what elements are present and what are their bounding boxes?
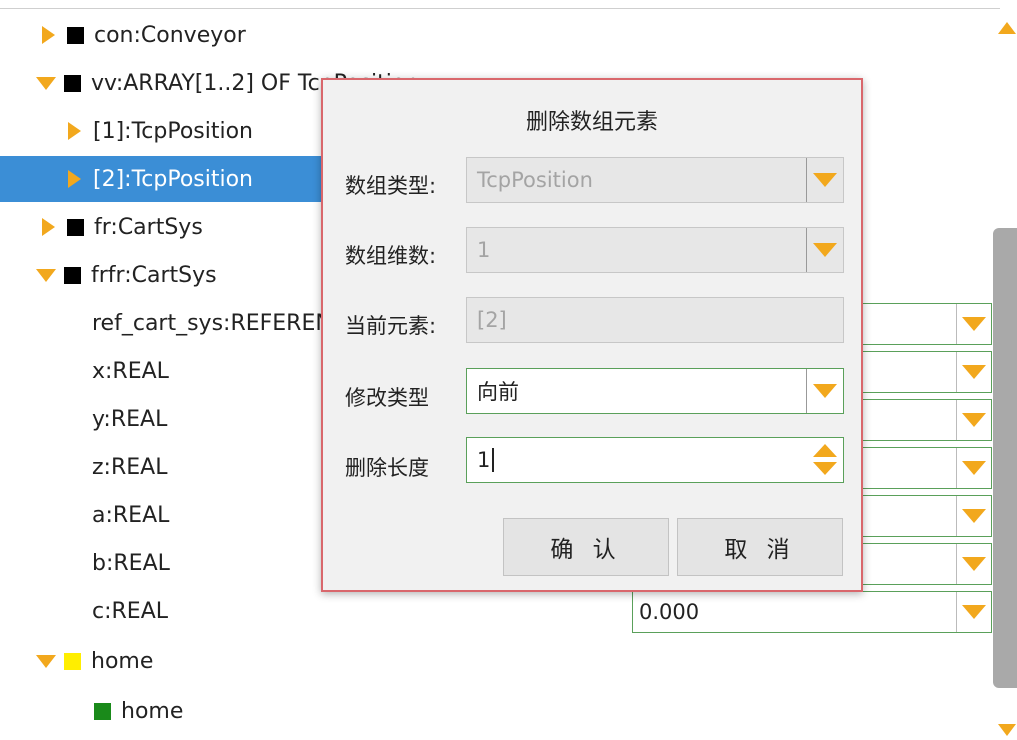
expand-arrow-icon[interactable]	[42, 218, 55, 236]
confirm-button[interactable]: 确 认	[503, 518, 669, 576]
tree-row-label: home	[121, 698, 184, 724]
dropdown-button[interactable]	[956, 448, 991, 488]
delete-length-spinbox[interactable]: 1	[466, 437, 844, 483]
top-divider	[0, 8, 1000, 9]
value-text: 0.000	[639, 600, 700, 624]
dropdown-button[interactable]	[956, 496, 991, 536]
dropdown-button	[806, 228, 843, 272]
tree-row-label: y:REAL	[92, 406, 168, 432]
black-square-icon	[64, 266, 81, 284]
cancel-button[interactable]: 取 消	[677, 518, 843, 576]
yellow-square-icon	[64, 652, 81, 670]
chevron-down-icon	[962, 413, 986, 427]
scrollbar-thumb[interactable]	[993, 228, 1017, 688]
text-cursor	[492, 448, 495, 472]
tree-row-con[interactable]: con:Conveyor	[0, 12, 1000, 58]
chevron-down-icon	[962, 605, 986, 619]
black-square-icon	[67, 26, 84, 44]
dropdown-button[interactable]	[956, 352, 991, 392]
current-element-value: [2]	[477, 308, 507, 332]
current-element-field: [2]	[466, 297, 844, 343]
dropdown-button[interactable]	[956, 400, 991, 440]
modify-type-value: 向前	[477, 380, 519, 404]
tree-row-vv-2[interactable]: [2]:TcpPosition	[0, 156, 322, 202]
chevron-down-icon	[962, 317, 986, 331]
array-type-select: TcpPosition	[466, 157, 844, 203]
scroll-up-icon[interactable]	[998, 22, 1016, 34]
value-field-c[interactable]: 0.000	[632, 591, 992, 633]
spin-up-icon[interactable]	[813, 444, 837, 457]
expand-arrow-icon[interactable]	[68, 170, 81, 188]
black-square-icon	[67, 218, 84, 236]
tree-row-home-child[interactable]: home	[0, 688, 1000, 734]
collapse-arrow-icon[interactable]	[36, 654, 56, 668]
modify-type-select[interactable]: 向前	[466, 368, 844, 414]
tree-row-label: con:Conveyor	[94, 22, 246, 48]
dropdown-button[interactable]	[806, 369, 843, 413]
array-dim-label: 数组维数:	[345, 244, 437, 268]
dropdown-button[interactable]	[956, 304, 991, 344]
array-type-value: TcpPosition	[477, 168, 593, 192]
black-square-icon	[64, 74, 81, 92]
current-element-label: 当前元素:	[345, 314, 437, 338]
array-type-label: 数组类型:	[345, 174, 437, 198]
spinner-buttons[interactable]	[811, 442, 839, 478]
delete-array-element-dialog: 删除数组元素 数组类型: TcpPosition 数组维数: 1 当前元素: […	[321, 78, 863, 592]
tree-row-label: frfr:CartSys	[91, 262, 217, 288]
dialog-title: 删除数组元素	[525, 110, 658, 135]
collapse-arrow-icon[interactable]	[36, 268, 56, 282]
tree-row-label: fr:CartSys	[94, 214, 203, 240]
tree-row-label: c:REAL	[92, 598, 169, 624]
green-square-icon	[94, 702, 111, 720]
tree-row-label: [1]:TcpPosition	[93, 118, 253, 144]
array-dim-value: 1	[477, 238, 491, 262]
array-dim-select: 1	[466, 227, 844, 273]
chevron-down-icon	[962, 509, 986, 523]
modify-type-label: 修改类型	[345, 386, 429, 410]
delete-length-value: 1	[477, 448, 491, 472]
chevron-down-icon	[962, 557, 986, 571]
chevron-down-icon	[962, 461, 986, 475]
tree-row-label: a:REAL	[92, 502, 170, 528]
tree-row-home[interactable]: home	[0, 638, 1000, 684]
tree-row-label: x:REAL	[92, 358, 169, 384]
expand-arrow-icon[interactable]	[42, 26, 55, 44]
chevron-down-icon	[813, 173, 837, 187]
dropdown-button[interactable]	[956, 544, 991, 584]
tree-row-label: z:REAL	[92, 454, 168, 480]
delete-length-label: 删除长度	[345, 456, 429, 480]
tree-row-label: home	[91, 648, 154, 674]
dropdown-button[interactable]	[956, 592, 991, 632]
chevron-down-icon	[813, 243, 837, 257]
dropdown-button	[806, 158, 843, 202]
spin-down-icon[interactable]	[813, 462, 837, 475]
chevron-down-icon	[813, 384, 837, 398]
expand-arrow-icon[interactable]	[68, 122, 81, 140]
chevron-down-icon	[962, 365, 986, 379]
scroll-down-icon[interactable]	[998, 724, 1016, 736]
collapse-arrow-icon[interactable]	[36, 76, 56, 90]
tree-row-label: b:REAL	[92, 550, 170, 576]
tree-row-label: [2]:TcpPosition	[93, 166, 253, 192]
